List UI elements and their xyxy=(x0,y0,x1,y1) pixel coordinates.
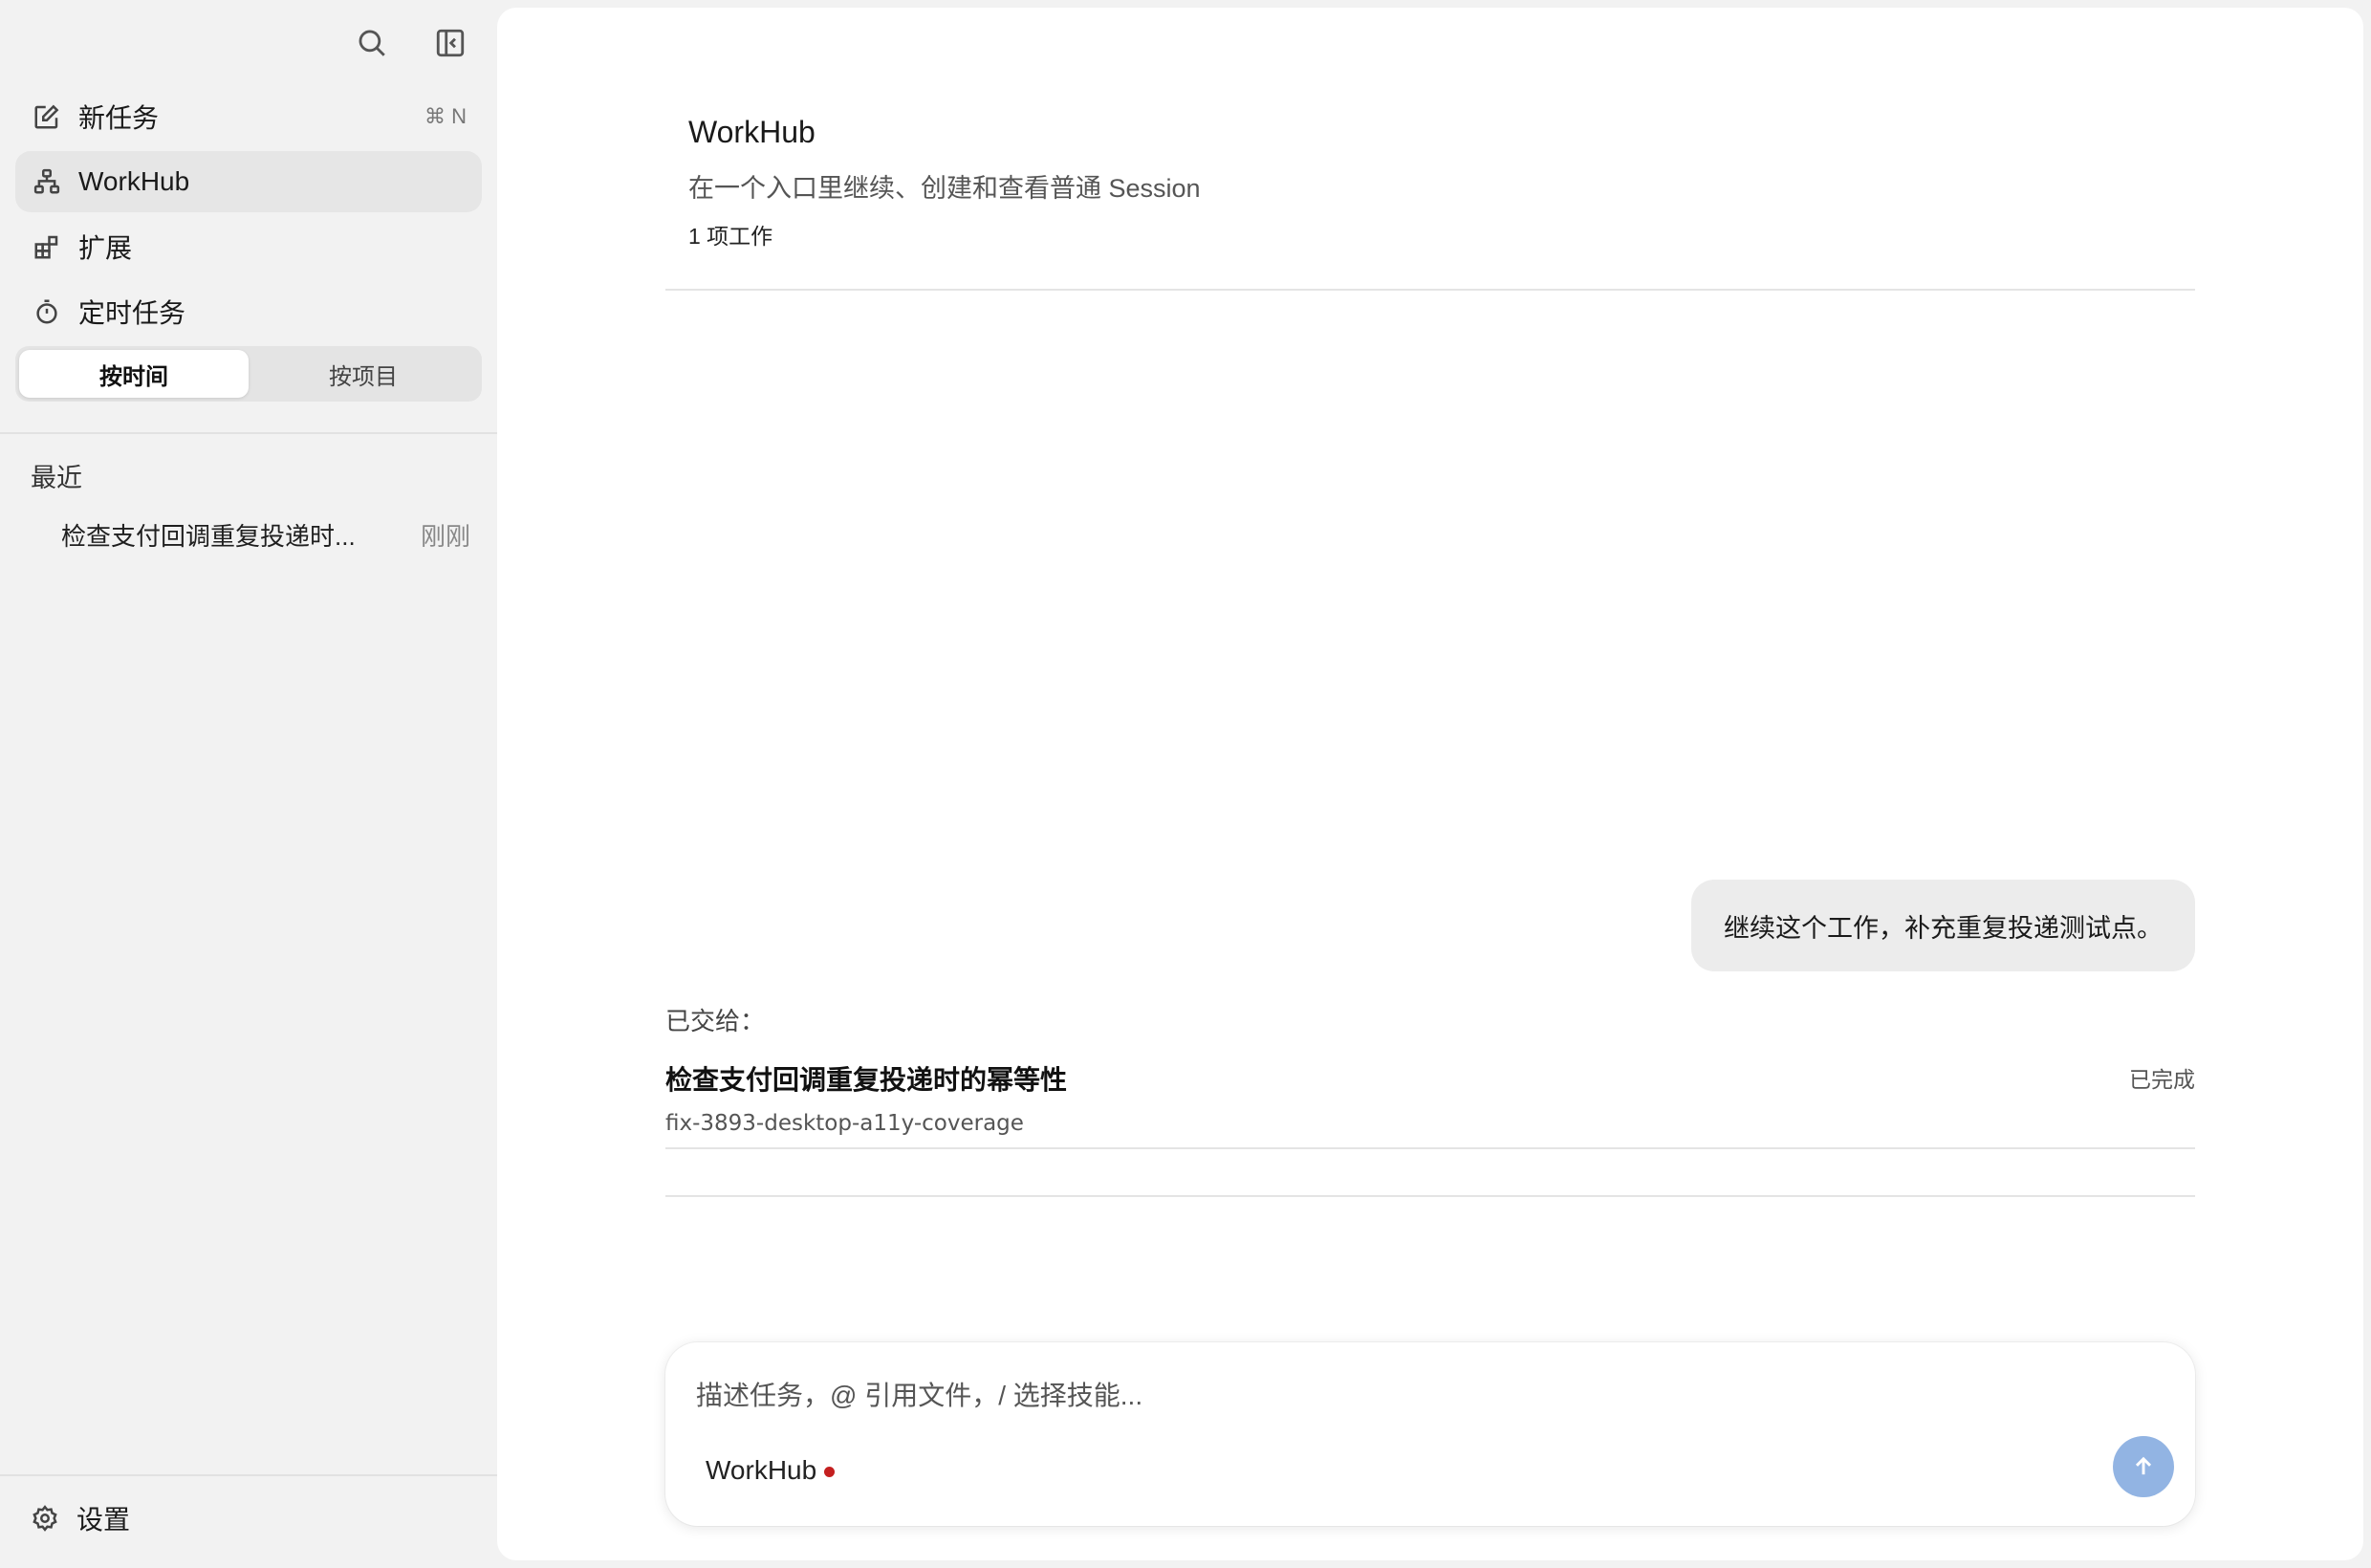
main-panel: WorkHub 在一个入口里继续、创建和查看普通 Session 1 项工作 继… xyxy=(497,8,2363,1560)
send-button[interactable] xyxy=(2113,1436,2174,1497)
handoff-label: 已交给： xyxy=(665,1007,766,1035)
status-dot xyxy=(824,1466,836,1477)
task-divider xyxy=(665,1147,2195,1149)
recent-session-item[interactable]: 检查支付回调重复投递时... 刚刚 xyxy=(31,512,470,556)
settings-button[interactable]: 设置 xyxy=(31,1499,130,1537)
task-title: 检查支付回调重复投递时的幂等性 xyxy=(665,1065,1068,1095)
context-selector[interactable]: WorkHub xyxy=(706,1455,836,1486)
task-input[interactable] xyxy=(696,1375,2034,1417)
search-button[interactable] xyxy=(350,21,394,65)
sidebar-item-label: 扩展 xyxy=(78,233,133,263)
handoff-task-item[interactable]: 检查支付回调重复投递时的幂等性 fix-3893-desktop-a11y-co… xyxy=(665,1059,2195,1136)
search-icon xyxy=(359,30,385,56)
group-by-project-tab[interactable]: 按项目 xyxy=(249,350,478,398)
sidebar-item-label: WorkHub xyxy=(78,166,190,196)
group-by-toggle: 按时间 按项目 xyxy=(15,346,482,402)
page-subtitle: 在一个入口里继续、创建和查看普通 Session xyxy=(688,174,1201,203)
sidebar-toolbar xyxy=(350,21,472,65)
recent-session-time: 刚刚 xyxy=(420,521,470,551)
composer: WorkHub xyxy=(665,1342,2195,1526)
gear-icon xyxy=(33,1505,57,1532)
sidebar-divider xyxy=(0,1474,497,1476)
recent-heading: 最近 xyxy=(31,464,82,492)
context-label: WorkHub xyxy=(706,1455,817,1485)
sidebar-item-scheduled-tasks[interactable]: 定时任务 xyxy=(15,281,482,342)
sidebar-nav: 新任务 ⌘ N WorkHub 扩展 定时任务 xyxy=(15,86,482,346)
sidebar-item-workhub[interactable]: WorkHub xyxy=(15,151,482,212)
conversation-divider xyxy=(665,1195,2195,1197)
arrow-up-icon xyxy=(2135,1456,2152,1475)
sidebar-collapse-icon xyxy=(436,29,465,57)
page-header: WorkHub 在一个入口里继续、创建和查看普通 Session 1 项工作 xyxy=(688,115,1201,250)
recent-session-title: 检查支付回调重复投递时... xyxy=(61,521,356,551)
timer-icon xyxy=(31,295,63,328)
header-divider xyxy=(665,289,2195,291)
work-count: 1 项工作 xyxy=(688,224,773,249)
task-branch: fix-3893-desktop-a11y-coverage xyxy=(665,1111,1024,1136)
user-message-bubble: 继续这个工作，补充重复投递测试点。 xyxy=(1691,880,2195,971)
sidebar-item-new-task[interactable]: 新任务 ⌘ N xyxy=(15,86,482,147)
group-by-time-tab[interactable]: 按时间 xyxy=(19,350,249,398)
sidebar-divider xyxy=(0,432,497,434)
extensions-icon xyxy=(31,230,63,263)
shortcut-hint: ⌘ N xyxy=(424,104,467,128)
collapse-sidebar-button[interactable] xyxy=(428,21,472,65)
sidebar-item-label: 新任务 xyxy=(78,103,160,133)
sidebar-item-extensions[interactable]: 扩展 xyxy=(15,216,482,277)
hierarchy-icon xyxy=(31,165,63,198)
sidebar-item-label: 定时任务 xyxy=(78,298,186,328)
page-title: WorkHub xyxy=(688,115,816,149)
edit-icon xyxy=(31,100,63,133)
settings-label: 设置 xyxy=(76,1505,131,1535)
sidebar: 新任务 ⌘ N WorkHub 扩展 定时任务 按时间 按项目 最近 检查支付回 xyxy=(0,0,497,1568)
task-status: 已完成 xyxy=(2129,1067,2195,1092)
